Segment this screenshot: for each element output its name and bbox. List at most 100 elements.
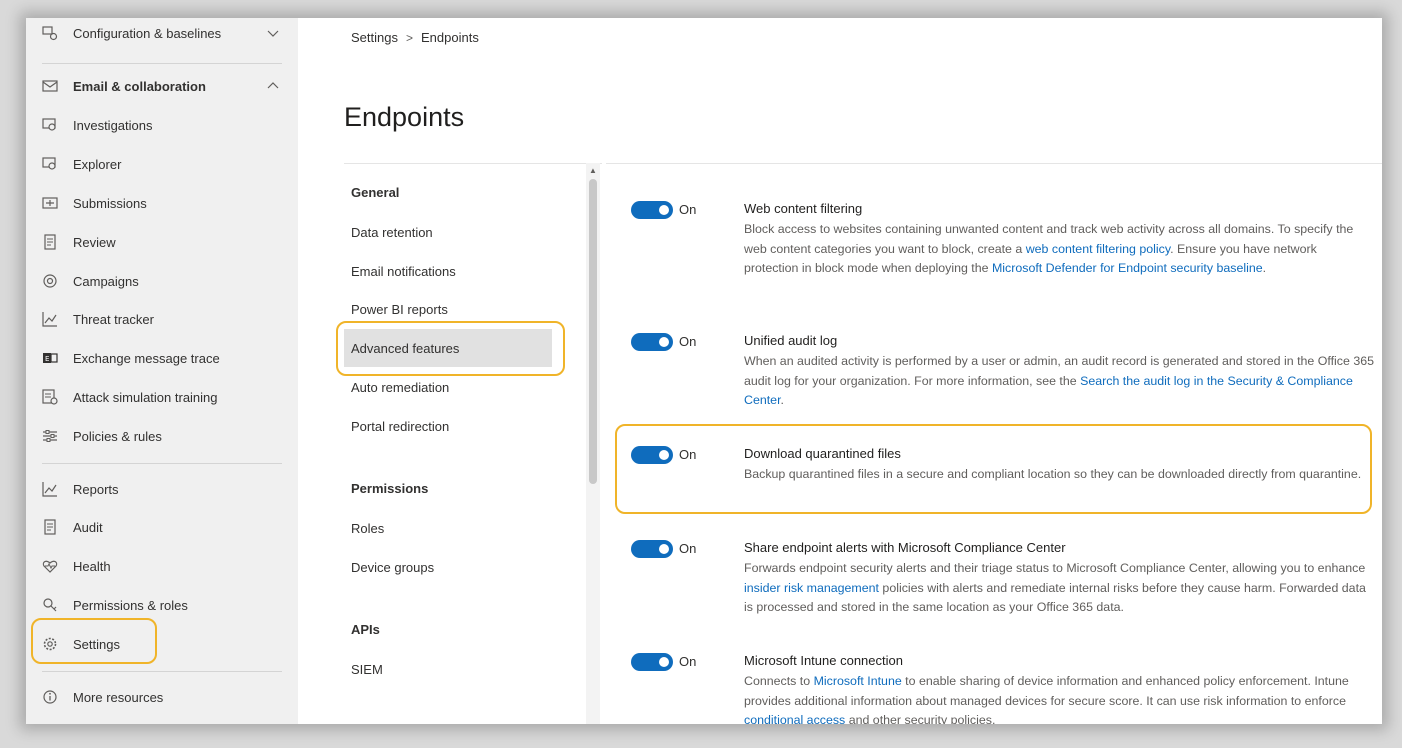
breadcrumb-settings[interactable]: Settings [351, 30, 398, 45]
section-header-apis: APIs [351, 622, 380, 637]
nav-item-permissions-roles[interactable]: Permissions & roles [26, 590, 298, 620]
toggle-knob [659, 657, 669, 667]
settings-nav-item[interactable]: Auto remediation [351, 380, 449, 395]
nav-item-label: Audit [73, 519, 103, 535]
nav-item-email-collaboration[interactable]: Email & collaboration [26, 71, 298, 101]
nav-item-audit[interactable]: Audit [26, 512, 298, 542]
investigations-icon [42, 118, 56, 131]
nav-item-label: Policies & rules [73, 428, 162, 444]
nav-item-label: Review [73, 234, 116, 250]
nav-item-exchange-message-trace[interactable]: E Exchange message trace [26, 343, 298, 373]
settings-nav-item[interactable]: Roles [351, 521, 384, 536]
info-icon [43, 690, 57, 704]
settings-nav-item[interactable]: Portal redirection [351, 419, 449, 434]
web-content-filtering-toggle[interactable] [631, 201, 673, 219]
submissions-icon [42, 197, 58, 209]
nav-divider [42, 63, 282, 64]
toggle-state-label: On [679, 654, 697, 669]
settings-highlight [31, 618, 157, 664]
nav-item-label: More resources [73, 689, 164, 705]
nav-divider [42, 671, 282, 672]
feature-description: Block access to websites containing unwa… [744, 222, 1354, 275]
feature-title: Microsoft Intune connection [744, 653, 903, 668]
nav-item-policies-rules[interactable]: Policies & rules [26, 421, 298, 451]
feature-description: Forwards endpoint security alerts and th… [744, 561, 1366, 614]
nav-item-label: Threat tracker [73, 311, 154, 327]
campaigns-icon [43, 274, 57, 288]
page-title: Endpoints [344, 102, 465, 132]
defender-security-baseline-link[interactable]: Microsoft Defender for Endpoint security… [992, 261, 1263, 275]
nav-item-label: Submissions [73, 195, 147, 211]
toggle-state-label: On [679, 202, 697, 217]
nav-item-campaigns[interactable]: Campaigns [26, 266, 298, 296]
nav-item-label: Investigations [73, 117, 153, 133]
exchange-icon: E [43, 353, 58, 363]
settings-nav: General Data retention Email notificatio… [344, 163, 602, 724]
nav-item-label: Permissions & roles [73, 597, 188, 613]
mail-icon [42, 80, 58, 92]
toggle-state-label: On [679, 334, 697, 349]
feature-title: Share endpoint alerts with Microsoft Com… [744, 540, 1066, 555]
nav-item-attack-simulation-training[interactable]: Attack simulation training [26, 382, 298, 412]
toggle-state-label: On [679, 541, 697, 556]
toggle-knob [659, 205, 669, 215]
policies-icon [43, 430, 57, 442]
conditional-access-link[interactable]: conditional access [744, 713, 845, 724]
settings-nav-item[interactable]: Data retention [351, 225, 433, 240]
share-endpoint-alerts-toggle[interactable] [631, 540, 673, 558]
section-header-permissions: Permissions [351, 481, 429, 496]
feature-title: Unified audit log [744, 333, 838, 348]
nav-item-label: Email & collaboration [73, 78, 206, 94]
scrollbar-thumb[interactable] [589, 179, 597, 484]
web-content-filtering-policy-link[interactable]: web content filtering policy [1026, 242, 1170, 256]
insider-risk-management-link[interactable]: insider risk management [744, 581, 879, 595]
settings-nav-item[interactable]: Device groups [351, 560, 434, 575]
reports-icon [42, 482, 57, 497]
breadcrumb-endpoints[interactable]: Endpoints [421, 30, 479, 45]
attack-simulation-icon [42, 389, 58, 405]
settings-nav-scrollbar[interactable]: ▲ [586, 163, 600, 724]
unified-audit-log-toggle[interactable] [631, 333, 673, 351]
threat-tracker-icon [42, 312, 57, 327]
review-icon [44, 234, 56, 250]
nav-item-health[interactable]: Health [26, 551, 298, 581]
nav-item-more-resources[interactable]: More resources [26, 682, 298, 712]
nav-item-review[interactable]: Review [26, 227, 298, 257]
configuration-icon [42, 26, 58, 41]
chevron-down-icon[interactable] [266, 26, 280, 40]
toggle-knob [659, 544, 669, 554]
settings-nav-item[interactable]: Email notifications [351, 264, 456, 279]
explorer-icon [42, 157, 56, 170]
settings-nav-item[interactable]: SIEM [351, 662, 383, 677]
feature-title: Web content filtering [744, 201, 863, 216]
divider [606, 163, 1382, 164]
nav-divider [42, 463, 282, 464]
nav-item-configuration[interactable]: Configuration & baselines [26, 18, 298, 48]
nav-item-label: Health [73, 558, 111, 574]
breadcrumb-separator: > [405, 30, 413, 45]
microsoft-intune-link[interactable]: Microsoft Intune [814, 674, 902, 688]
scroll-up-icon[interactable]: ▲ [589, 166, 597, 175]
audit-icon [44, 519, 56, 535]
settings-nav-item[interactable]: Power BI reports [351, 302, 448, 317]
advanced-features-highlight [336, 321, 565, 376]
nav-item-submissions[interactable]: Submissions [26, 188, 298, 218]
nav-item-reports[interactable]: Reports [26, 474, 298, 504]
download-quarantined-files-highlight [615, 424, 1372, 514]
svg-text:E: E [45, 355, 49, 363]
nav-item-investigations[interactable]: Investigations [26, 110, 298, 140]
intune-connection-toggle[interactable] [631, 653, 673, 671]
nav-item-threat-tracker[interactable]: Threat tracker [26, 304, 298, 334]
feature-description: Connects to Microsoft Intune to enable s… [744, 672, 1374, 724]
nav-item-label: Attack simulation training [73, 389, 218, 405]
nav-item-label: Reports [73, 481, 119, 497]
nav-item-label: Explorer [73, 156, 122, 172]
health-icon [42, 560, 58, 573]
breadcrumb: Settings > Endpoints [351, 30, 479, 45]
nav-item-explorer[interactable]: Explorer [26, 149, 298, 179]
toggle-knob [659, 337, 669, 347]
divider [344, 163, 602, 164]
nav-item-label: Configuration & baselines [73, 25, 222, 41]
nav-item-label: Campaigns [73, 273, 139, 289]
chevron-up-icon[interactable] [266, 79, 280, 93]
